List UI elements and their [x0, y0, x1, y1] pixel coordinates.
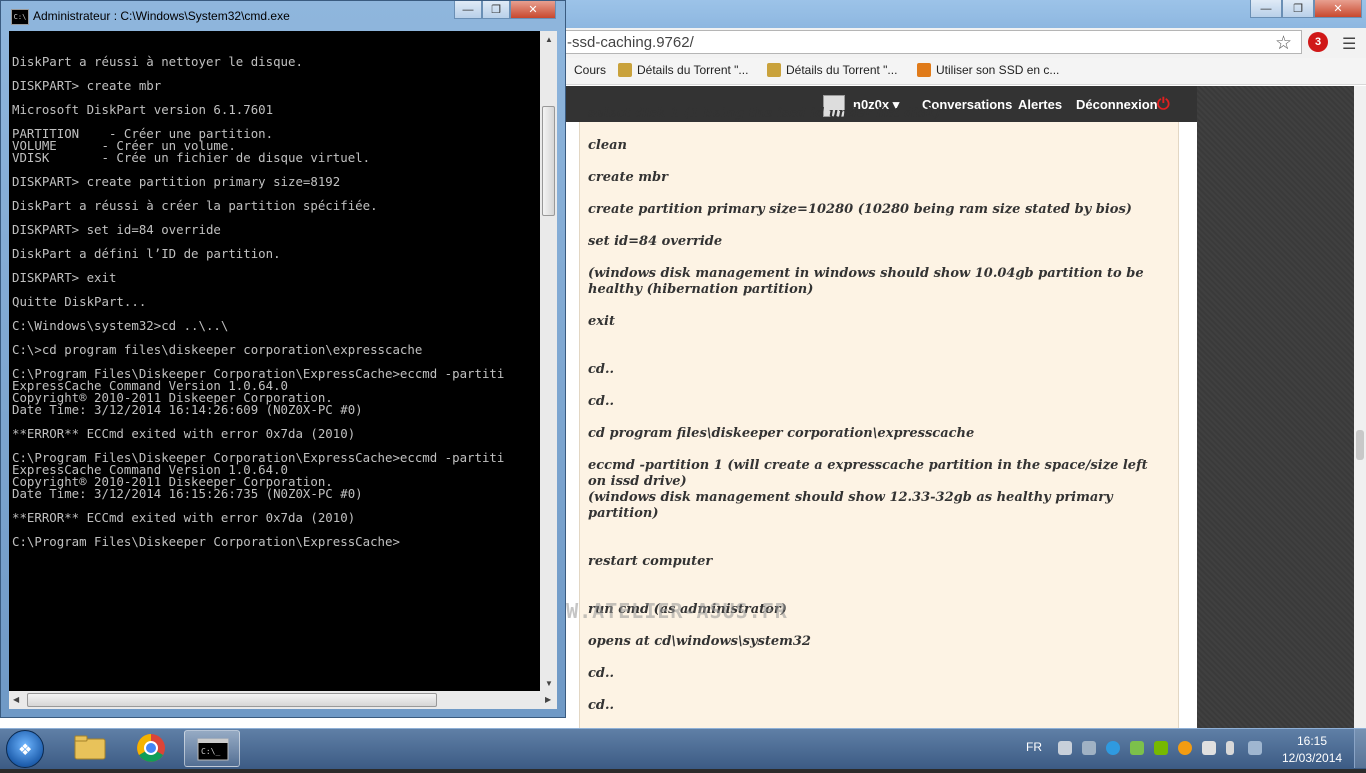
folder-icon — [74, 735, 106, 760]
cmd-window-controls: — ❐ ✕ — [454, 1, 556, 19]
nvidia-icon[interactable] — [1154, 741, 1168, 755]
console-vertical-scroll-thumb[interactable] — [542, 106, 555, 216]
close-icon[interactable]: ✕ — [510, 1, 556, 19]
chrome-icon — [137, 734, 165, 762]
bookmark-label: Cours — [574, 63, 607, 77]
post-line: cd program files\diskeeper corporation\e… — [588, 426, 975, 441]
cmd-title: Administrateur : C:\Windows\System32\cmd… — [33, 9, 290, 23]
address-bar[interactable]: -ssd-caching.9762/ — [560, 30, 1302, 54]
post-line: (windows disk management should show 12.… — [588, 490, 1113, 521]
cmd-icon: C:\ — [11, 9, 29, 25]
post-line: exit — [588, 314, 615, 329]
minimize-icon[interactable]: — — [1250, 0, 1282, 18]
console-text: DiskPart a réussi à nettoyer le disque. … — [12, 54, 505, 549]
cmd-window: C:\ Administrateur : C:\Windows\System32… — [0, 0, 566, 718]
bookmark-label: Détails du Torrent "... — [786, 63, 898, 77]
clock-time[interactable]: 16:15 — [1297, 734, 1327, 748]
close-icon[interactable]: ✕ — [1314, 0, 1362, 18]
action-center-icon[interactable] — [1082, 741, 1096, 755]
bookmark-label: Détails du Torrent "... — [637, 63, 749, 77]
post-line: cd.. — [588, 698, 615, 713]
clock-date[interactable]: 12/03/2014 — [1282, 751, 1342, 765]
post-line: (windows disk management in windows shou… — [588, 266, 1144, 297]
browser-window-controls: — ❐ ✕ — [1250, 0, 1362, 18]
bookmark-label: Utiliser son SSD en c... — [936, 63, 1060, 77]
extension-icon[interactable]: 3 — [1308, 32, 1328, 52]
battery-icon[interactable] — [1226, 741, 1234, 755]
network-icon[interactable] — [1248, 741, 1262, 755]
start-button[interactable]: ❖ — [6, 730, 44, 768]
explorer-taskbar-button[interactable] — [62, 730, 118, 767]
sidebar-background — [1197, 86, 1354, 728]
post-line: create mbr — [588, 170, 668, 185]
bookmark-item[interactable]: Détails du Torrent "... — [618, 63, 748, 77]
post-line: restart computer — [588, 554, 713, 569]
flag-icon[interactable] — [1202, 741, 1216, 755]
chrome-taskbar-button[interactable] — [123, 730, 179, 767]
cmd-taskbar-button[interactable]: C:\_ — [184, 730, 240, 767]
post-line: create partition primary size=10280 (102… — [588, 202, 1132, 217]
page-scrollbar-thumb[interactable] — [1356, 430, 1364, 460]
page-scrollbar[interactable] — [1354, 86, 1366, 728]
maximize-icon[interactable]: ❐ — [482, 1, 510, 19]
post-line: select disk 1 (1 being the issd id under… — [588, 106, 941, 121]
post-line: cd.. — [588, 394, 615, 409]
language-indicator[interactable]: FR — [1026, 740, 1042, 754]
post-line: cd.. — [588, 362, 615, 377]
post-line: opens at cd\windows\system32 — [588, 634, 811, 649]
scroll-right-icon[interactable]: ▶ — [545, 695, 551, 704]
show-desktop-button[interactable] — [1354, 729, 1366, 768]
windows-logo-icon: ❖ — [18, 742, 33, 759]
bookmark-item[interactable]: Cours — [574, 63, 606, 77]
svg-text:C:\_: C:\_ — [201, 747, 220, 756]
post-line: set id=84 override — [588, 234, 723, 249]
scroll-down-icon[interactable]: ▼ — [545, 679, 553, 688]
sync-icon[interactable] — [1106, 741, 1120, 755]
maximize-icon[interactable]: ❐ — [1282, 0, 1314, 18]
menu-icon[interactable]: ☰ — [1342, 34, 1356, 54]
puzzle-icon — [917, 63, 931, 77]
console-horizontal-scroll-thumb[interactable] — [27, 693, 437, 707]
watermark: WWW.ATELIER-ASUS.FR — [540, 599, 788, 623]
scroll-up-icon[interactable]: ▲ — [545, 35, 553, 44]
scroll-left-icon[interactable]: ◀ — [13, 695, 19, 704]
post-line: cd.. — [588, 666, 615, 681]
tray-app-icon[interactable] — [1130, 741, 1144, 755]
terminal-icon: C:\_ — [197, 738, 229, 761]
torrent-icon — [618, 63, 632, 77]
minimize-icon[interactable]: — — [454, 1, 482, 19]
bookmark-item[interactable]: Utiliser son SSD en c... — [917, 63, 1059, 77]
torrent-icon — [767, 63, 781, 77]
console-output[interactable]: DiskPart a réussi à nettoyer le disque. … — [9, 31, 540, 691]
post-line: clean — [588, 138, 627, 153]
star-icon[interactable]: ☆ — [1275, 32, 1292, 55]
tray-orange-icon[interactable] — [1178, 741, 1192, 755]
bookmark-item[interactable]: Détails du Torrent "... — [767, 63, 897, 77]
keyboard-icon[interactable] — [1058, 741, 1072, 755]
post-line: eccmd -partition 1 (will create a expres… — [588, 458, 1148, 489]
